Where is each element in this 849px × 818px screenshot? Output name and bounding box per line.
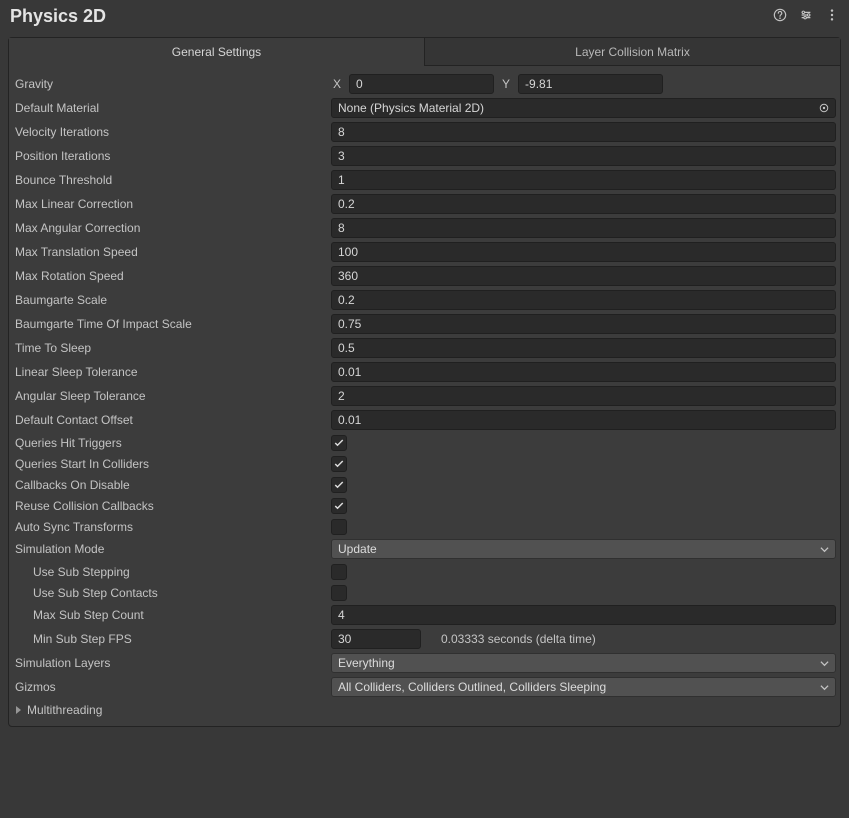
label-baumgarte-scale: Baumgarte Scale	[13, 293, 331, 307]
label-baumgarte-toi: Baumgarte Time Of Impact Scale	[13, 317, 331, 331]
input-linear-sleep-tolerance[interactable]	[331, 362, 836, 382]
label-time-to-sleep: Time To Sleep	[13, 341, 331, 355]
input-time-to-sleep[interactable]	[331, 338, 836, 358]
tabs: General Settings Layer Collision Matrix	[9, 38, 840, 66]
label-max-linear-correction: Max Linear Correction	[13, 197, 331, 211]
label-max-angular-correction: Max Angular Correction	[13, 221, 331, 235]
input-max-angular-correction[interactable]	[331, 218, 836, 238]
checkbox-use-sub-step-contacts[interactable]	[331, 585, 347, 601]
label-linear-sleep-tolerance: Linear Sleep Tolerance	[13, 365, 331, 379]
row-default-material: Default Material None (Physics Material …	[13, 96, 836, 120]
label-default-contact-offset: Default Contact Offset	[13, 413, 331, 427]
foldout-multithreading[interactable]: Multithreading	[13, 699, 836, 720]
label-position-iterations: Position Iterations	[13, 149, 331, 163]
help-icon[interactable]	[773, 8, 787, 25]
input-position-iterations[interactable]	[331, 146, 836, 166]
label-use-sub-stepping: Use Sub Stepping	[13, 565, 331, 579]
label-simulation-layers: Simulation Layers	[13, 656, 331, 670]
triangle-right-icon	[13, 705, 23, 715]
checkbox-auto-sync-transforms[interactable]	[331, 519, 347, 535]
input-baumgarte-toi[interactable]	[331, 314, 836, 334]
settings-body: Gravity X Y Default Material None (Physi…	[9, 66, 840, 726]
checkbox-use-sub-stepping[interactable]	[331, 564, 347, 580]
hint-min-sub-step-fps: 0.03333 seconds (delta time)	[427, 632, 596, 646]
input-gravity-x[interactable]	[349, 74, 494, 94]
input-baumgarte-scale[interactable]	[331, 290, 836, 310]
object-field-value: None (Physics Material 2D)	[338, 101, 484, 115]
checkbox-callbacks-on-disable[interactable]	[331, 477, 347, 493]
label-gizmos: Gizmos	[13, 680, 331, 694]
settings-panel: General Settings Layer Collision Matrix …	[8, 37, 841, 727]
tab-layer-collision-matrix[interactable]: Layer Collision Matrix	[424, 38, 840, 66]
input-default-contact-offset[interactable]	[331, 410, 836, 430]
label-gravity: Gravity	[13, 77, 331, 91]
input-gravity-y[interactable]	[518, 74, 663, 94]
label-max-rotation-speed: Max Rotation Speed	[13, 269, 331, 283]
label-use-sub-step-contacts: Use Sub Step Contacts	[13, 586, 331, 600]
input-max-rotation-speed[interactable]	[331, 266, 836, 286]
label-min-sub-step-fps: Min Sub Step FPS	[13, 632, 331, 646]
label-callbacks-on-disable: Callbacks On Disable	[13, 478, 331, 492]
dropdown-value: Everything	[338, 656, 395, 670]
checkbox-reuse-collision-callbacks[interactable]	[331, 498, 347, 514]
chevron-down-icon	[820, 683, 829, 692]
input-bounce-threshold[interactable]	[331, 170, 836, 190]
chevron-down-icon	[820, 659, 829, 668]
input-velocity-iterations[interactable]	[331, 122, 836, 142]
label-default-material: Default Material	[13, 101, 331, 115]
label-velocity-iterations: Velocity Iterations	[13, 125, 331, 139]
label-queries-start-in-colliders: Queries Start In Colliders	[13, 457, 331, 471]
page-title: Physics 2D	[10, 6, 106, 27]
checkbox-queries-start-in-colliders[interactable]	[331, 456, 347, 472]
object-field-default-material[interactable]: None (Physics Material 2D)	[331, 98, 836, 118]
input-min-sub-step-fps[interactable]	[331, 629, 421, 649]
label-reuse-collision-callbacks: Reuse Collision Callbacks	[13, 499, 331, 513]
chevron-down-icon	[820, 545, 829, 554]
foldout-label: Multithreading	[27, 703, 102, 717]
label-gravity-x: X	[331, 77, 343, 91]
row-gravity: Gravity X Y	[13, 72, 836, 96]
dropdown-value: Update	[338, 542, 377, 556]
checkbox-queries-hit-triggers[interactable]	[331, 435, 347, 451]
label-max-translation-speed: Max Translation Speed	[13, 245, 331, 259]
dropdown-gizmos[interactable]: All Colliders, Colliders Outlined, Colli…	[331, 677, 836, 697]
kebab-menu-icon[interactable]	[825, 8, 839, 25]
presets-icon[interactable]	[799, 8, 813, 25]
title-icons	[773, 8, 839, 25]
label-simulation-mode: Simulation Mode	[13, 542, 331, 556]
input-max-translation-speed[interactable]	[331, 242, 836, 262]
dropdown-simulation-mode[interactable]: Update	[331, 539, 836, 559]
input-max-sub-step-count[interactable]	[331, 605, 836, 625]
label-bounce-threshold: Bounce Threshold	[13, 173, 331, 187]
label-auto-sync-transforms: Auto Sync Transforms	[13, 520, 331, 534]
dropdown-value: All Colliders, Colliders Outlined, Colli…	[338, 680, 606, 694]
label-angular-sleep-tolerance: Angular Sleep Tolerance	[13, 389, 331, 403]
input-max-linear-correction[interactable]	[331, 194, 836, 214]
label-gravity-y: Y	[500, 77, 512, 91]
tab-general-settings[interactable]: General Settings	[9, 38, 424, 66]
input-angular-sleep-tolerance[interactable]	[331, 386, 836, 406]
dropdown-simulation-layers[interactable]: Everything	[331, 653, 836, 673]
object-picker-icon[interactable]	[817, 101, 831, 115]
titlebar: Physics 2D	[0, 0, 849, 37]
label-max-sub-step-count: Max Sub Step Count	[13, 608, 331, 622]
label-queries-hit-triggers: Queries Hit Triggers	[13, 436, 331, 450]
